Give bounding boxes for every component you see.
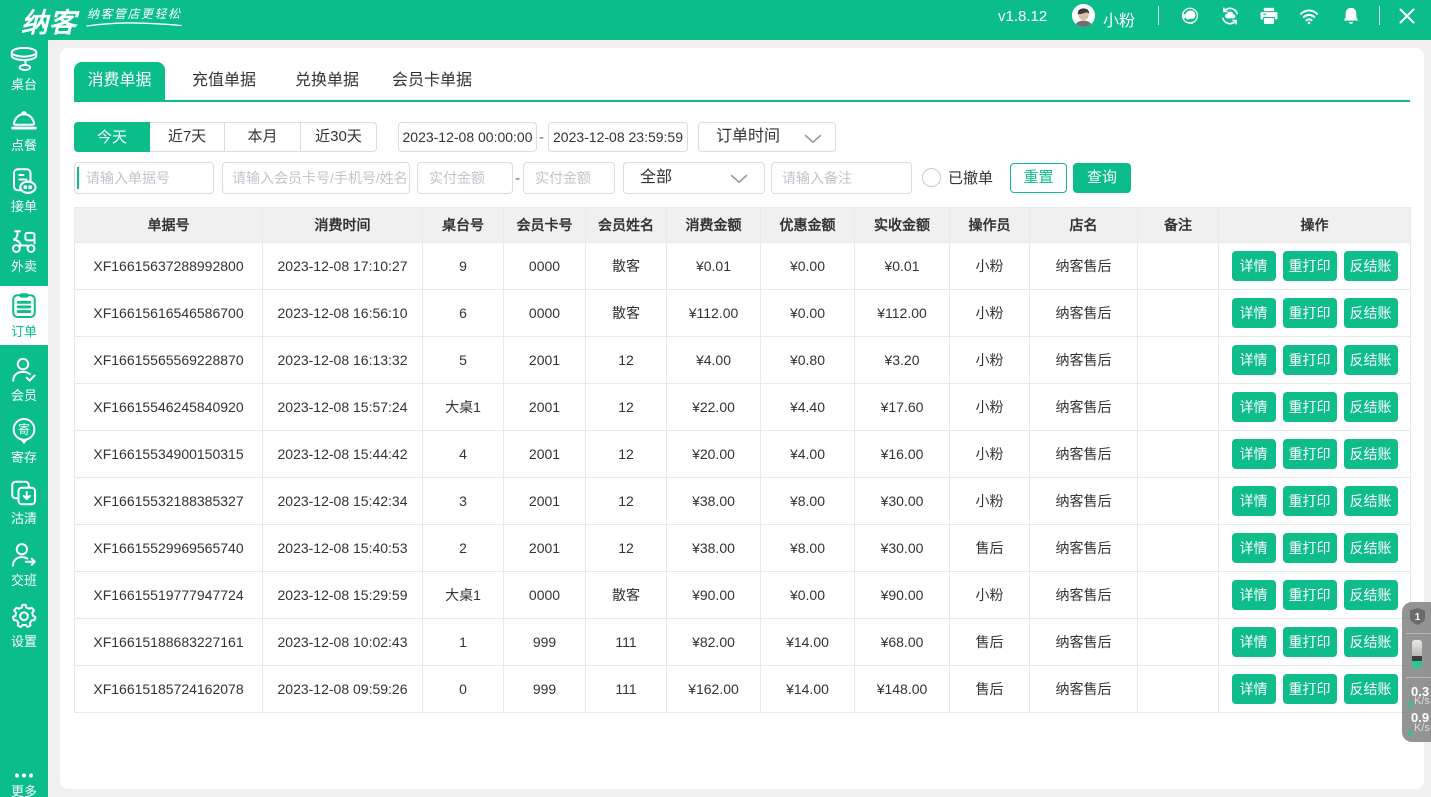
svg-text:1: 1: [1415, 612, 1421, 623]
svg-text:寄: 寄: [18, 423, 30, 437]
